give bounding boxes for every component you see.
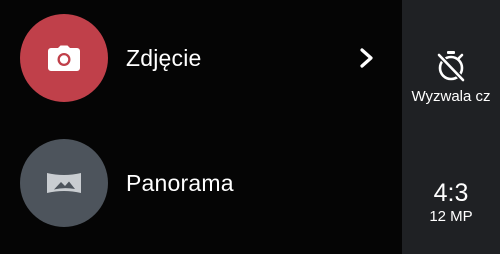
chevron-right-icon [360, 48, 373, 68]
settings-panel: Wyzwala cz 4:3 12 MP [402, 0, 500, 254]
mode-photo[interactable]: Zdjęcie [20, 14, 202, 102]
mode-panorama-circle [20, 139, 108, 227]
mode-panorama[interactable]: Panorama [20, 139, 234, 227]
aspect-ratio-value: 4:3 [433, 179, 469, 207]
megapixels-value: 12 MP [429, 208, 473, 225]
timer-label: Wyzwala cz [411, 88, 491, 105]
camera-mode-menu: Zdjęcie Panorama Wyzwala cz 4:3 12 MP [0, 0, 500, 254]
timer-button[interactable]: Wyzwala cz [402, 50, 500, 104]
mode-photo-label: Zdjęcie [126, 44, 202, 71]
camera-icon [48, 45, 80, 71]
timer-off-icon [437, 51, 465, 82]
aspect-ratio-button[interactable]: 4:3 12 MP [402, 178, 500, 226]
expand-chevron[interactable] [357, 45, 377, 71]
panorama-icon [47, 173, 81, 193]
mode-panorama-label: Panorama [126, 169, 234, 196]
mode-photo-circle [20, 14, 108, 102]
